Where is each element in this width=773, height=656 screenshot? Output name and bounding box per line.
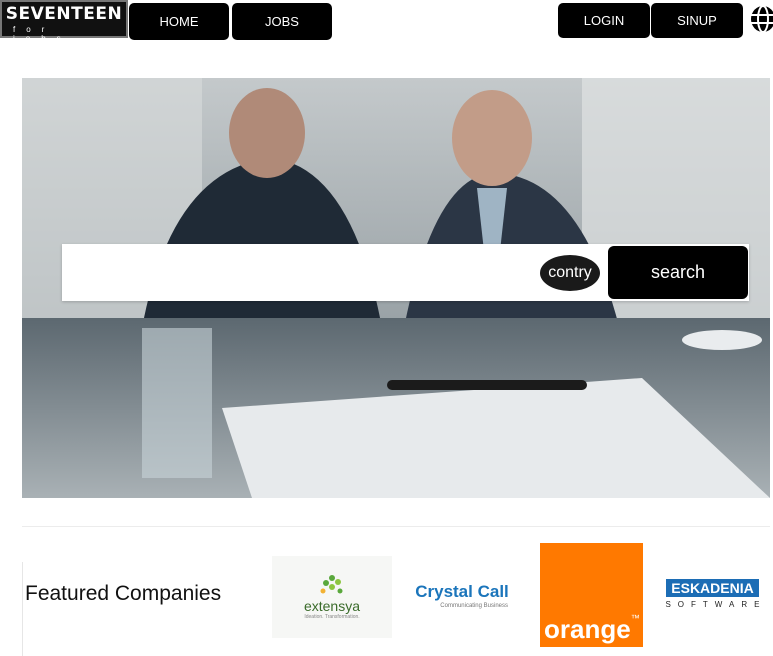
featured-companies-title: Featured Companies — [25, 582, 222, 605]
company-name-orange: orange — [544, 614, 631, 644]
extensya-leaf-icon — [320, 575, 343, 594]
company-name-crystal-call: Crystal Call — [415, 582, 509, 601]
company-logo-eskadenia[interactable]: ESKADENIA SOFTWARE — [655, 578, 770, 612]
company-tagline-crystal-call: Communicating Business — [440, 603, 508, 609]
job-search-bar: contry search — [62, 244, 749, 301]
company-tagline-eskadenia: SOFTWARE — [665, 600, 767, 609]
company-logo-extensya[interactable]: extensya Ideation. Transformation. — [272, 556, 392, 638]
country-select-button[interactable]: contry — [540, 255, 600, 291]
logo-tagline: for jobs — [13, 25, 72, 43]
company-trademark-orange: ™ — [630, 613, 640, 623]
signup-button[interactable]: SINUP — [651, 3, 743, 38]
company-name-extensya: extensya — [303, 598, 361, 614]
logo-wordmark: SEVENTEEN — [5, 4, 123, 24]
nav-home-button[interactable]: HOME — [129, 3, 229, 40]
globe-icon[interactable] — [750, 5, 773, 33]
site-logo[interactable]: SEVENTEEN for jobs — [0, 0, 128, 43]
search-input[interactable] — [62, 244, 532, 301]
company-logo-orange[interactable]: orange ™ — [540, 543, 643, 647]
section-divider — [22, 526, 770, 527]
company-logo-crystal-call[interactable]: Crystal Call Communicating Business — [404, 574, 520, 618]
search-button[interactable]: search — [608, 246, 748, 299]
company-name-eskadenia: ESKADENIA — [666, 579, 759, 597]
section-left-rule — [22, 562, 23, 656]
company-tagline-extensya: Ideation. Transformation. — [304, 614, 360, 620]
nav-jobs-button[interactable]: JOBS — [232, 3, 332, 40]
login-button[interactable]: LOGIN — [558, 3, 650, 38]
